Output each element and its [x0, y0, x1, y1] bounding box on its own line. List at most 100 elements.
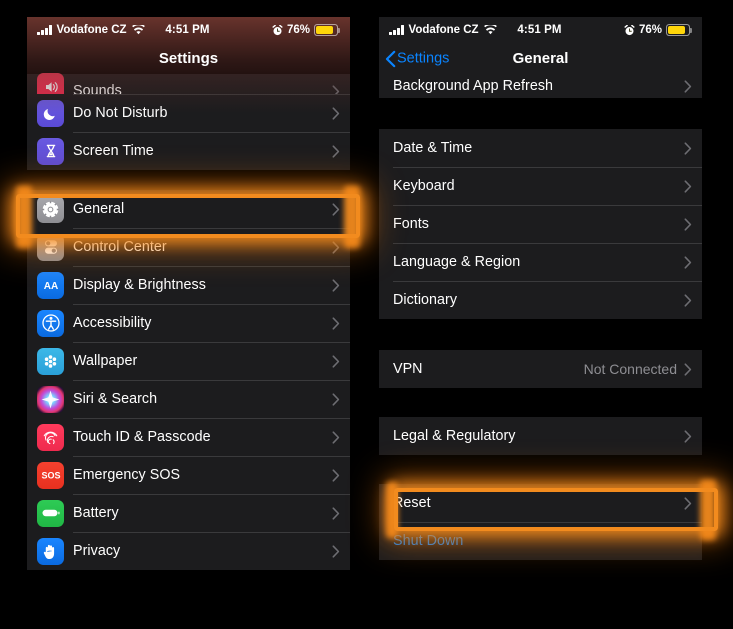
chevron-right-icon	[332, 106, 340, 120]
general-row-label: Background App Refresh	[393, 78, 554, 94]
settings-row-touch-id-passcode[interactable]: Touch ID & Passcode	[27, 418, 350, 456]
vpn-status-value: Not Connected	[583, 361, 677, 377]
chevron-right-icon	[332, 316, 340, 330]
general-row-vpn[interactable]: VPN Not Connected	[379, 350, 702, 388]
reset-highlight-glow-right	[700, 480, 716, 540]
battery-settings-icon	[37, 499, 64, 527]
chevron-right-icon	[332, 468, 340, 482]
battery-icon	[314, 24, 341, 36]
general-group-1: Background App Refresh	[379, 74, 702, 98]
settings-row-label: Screen Time	[73, 143, 154, 159]
status-bar-right-group: 76%	[562, 24, 693, 36]
settings-row-control-center[interactable]: Control Center	[27, 228, 350, 266]
chevron-right-icon	[332, 278, 340, 292]
general-group-4: Legal & Regulatory	[379, 417, 702, 455]
settings-row-siri-search[interactable]: Siri & Search	[27, 380, 350, 418]
siri-search-icon	[37, 385, 64, 413]
svg-text:AA: AA	[43, 281, 57, 292]
settings-row-do-not-disturb[interactable]: Do Not Disturb	[27, 94, 350, 132]
page-title: Settings	[158, 50, 219, 67]
chevron-right-icon	[684, 79, 692, 93]
settings-row-battery[interactable]: Battery	[27, 494, 350, 532]
wifi-icon	[131, 25, 145, 35]
back-button-label: Settings	[397, 50, 450, 67]
chevron-right-icon	[332, 240, 340, 254]
emergency-sos-icon: SOS	[37, 461, 64, 489]
settings-row-label: General	[73, 201, 125, 217]
carrier-label: Vodafone CZ	[56, 24, 127, 36]
general-row-fonts[interactable]: Fonts	[379, 205, 702, 243]
general-group-2: Date & Time Keyboard Fonts Language & Re…	[379, 129, 702, 319]
settings-screen: Vodafone CZ 4:51 PM 76% Settings Sounds …	[27, 17, 350, 576]
settings-row-display-brightness[interactable]: AA Display & Brightness	[27, 266, 350, 304]
back-button[interactable]: Settings	[385, 50, 449, 67]
settings-row-wallpaper[interactable]: Wallpaper	[27, 342, 350, 380]
general-row-label: Legal & Regulatory	[393, 428, 516, 444]
general-row-background-app-refresh[interactable]: Background App Refresh	[379, 74, 702, 98]
chevron-right-icon	[332, 144, 340, 158]
settings-list[interactable]: Sounds Do Not Disturb Screen Time Genera…	[27, 73, 350, 570]
display-brightness-icon: AA	[37, 271, 64, 299]
general-row-dictionary[interactable]: Dictionary	[379, 281, 702, 319]
general-row-label: Reset	[393, 495, 431, 511]
settings-row-privacy[interactable]: Privacy	[27, 532, 350, 570]
settings-row-label: Siri & Search	[73, 391, 158, 407]
status-bar-left: Vodafone CZ 4:51 PM 76%	[27, 17, 350, 43]
wifi-icon	[483, 25, 497, 35]
list-section-gap	[27, 170, 350, 190]
battery-percent-label: 76%	[638, 24, 663, 36]
general-group-5: Reset Shut Down	[379, 484, 702, 560]
chevron-right-icon	[684, 255, 692, 269]
general-list[interactable]: Background App Refresh Date & Time Keybo…	[379, 74, 702, 560]
list-section-gap	[379, 455, 702, 484]
settings-row-label: Emergency SOS	[73, 467, 181, 483]
general-row-reset[interactable]: Reset	[379, 484, 702, 522]
alarm-clock-icon	[272, 24, 283, 35]
settings-row-emergency-sos[interactable]: SOS Emergency SOS	[27, 456, 350, 494]
settings-group-2: General Control Center AA Display & Brig…	[27, 190, 350, 570]
general-row-keyboard[interactable]: Keyboard	[379, 167, 702, 205]
chevron-right-icon	[684, 293, 692, 307]
general-nav-bar: Settings General	[379, 43, 702, 74]
settings-row-label: Wallpaper	[73, 353, 138, 369]
svg-text:SOS: SOS	[41, 471, 60, 481]
signal-bars-icon	[389, 25, 404, 35]
status-bar-right-group: 76%	[210, 24, 341, 36]
settings-row-label: Display & Brightness	[73, 277, 206, 293]
settings-nav-bar: Settings	[27, 43, 350, 74]
chevron-right-icon	[684, 429, 692, 443]
settings-row-label: Battery	[73, 505, 119, 521]
settings-row-accessibility[interactable]: Accessibility	[27, 304, 350, 342]
chevron-right-icon	[332, 506, 340, 520]
chevron-right-icon	[684, 179, 692, 193]
battery-icon	[666, 24, 693, 36]
list-section-gap	[379, 98, 702, 129]
accessibility-icon	[37, 309, 64, 337]
settings-row-label: Privacy	[73, 543, 121, 559]
settings-row-label: Accessibility	[73, 315, 152, 331]
general-row-language-region[interactable]: Language & Region	[379, 243, 702, 281]
control-center-icon	[37, 233, 64, 261]
alarm-clock-icon	[624, 24, 635, 35]
chevron-left-icon	[385, 50, 396, 67]
general-row-shut-down[interactable]: Shut Down	[379, 522, 702, 560]
do-not-disturb-icon	[37, 99, 64, 127]
settings-row-screen-time[interactable]: Screen Time	[27, 132, 350, 170]
settings-row-label: Control Center	[73, 239, 167, 255]
screen-time-icon	[37, 137, 64, 165]
wallpaper-icon	[37, 347, 64, 375]
chevron-right-icon	[332, 392, 340, 406]
privacy-hand-icon	[37, 537, 64, 565]
status-bar-left-group: Vodafone CZ	[37, 24, 165, 36]
settings-row-general[interactable]: General	[27, 190, 350, 228]
general-row-label: Keyboard	[393, 178, 455, 194]
general-group-3: VPN Not Connected	[379, 350, 702, 388]
settings-row-sounds[interactable]: Sounds	[27, 73, 350, 100]
general-row-label: Fonts	[393, 216, 430, 232]
clock-label: 4:51 PM	[165, 24, 210, 36]
general-row-label: Language & Region	[393, 254, 521, 270]
chevron-right-icon	[332, 202, 340, 216]
general-row-legal-regulatory[interactable]: Legal & Regulatory	[379, 417, 702, 455]
chevron-right-icon	[332, 354, 340, 368]
general-row-date-time[interactable]: Date & Time	[379, 129, 702, 167]
